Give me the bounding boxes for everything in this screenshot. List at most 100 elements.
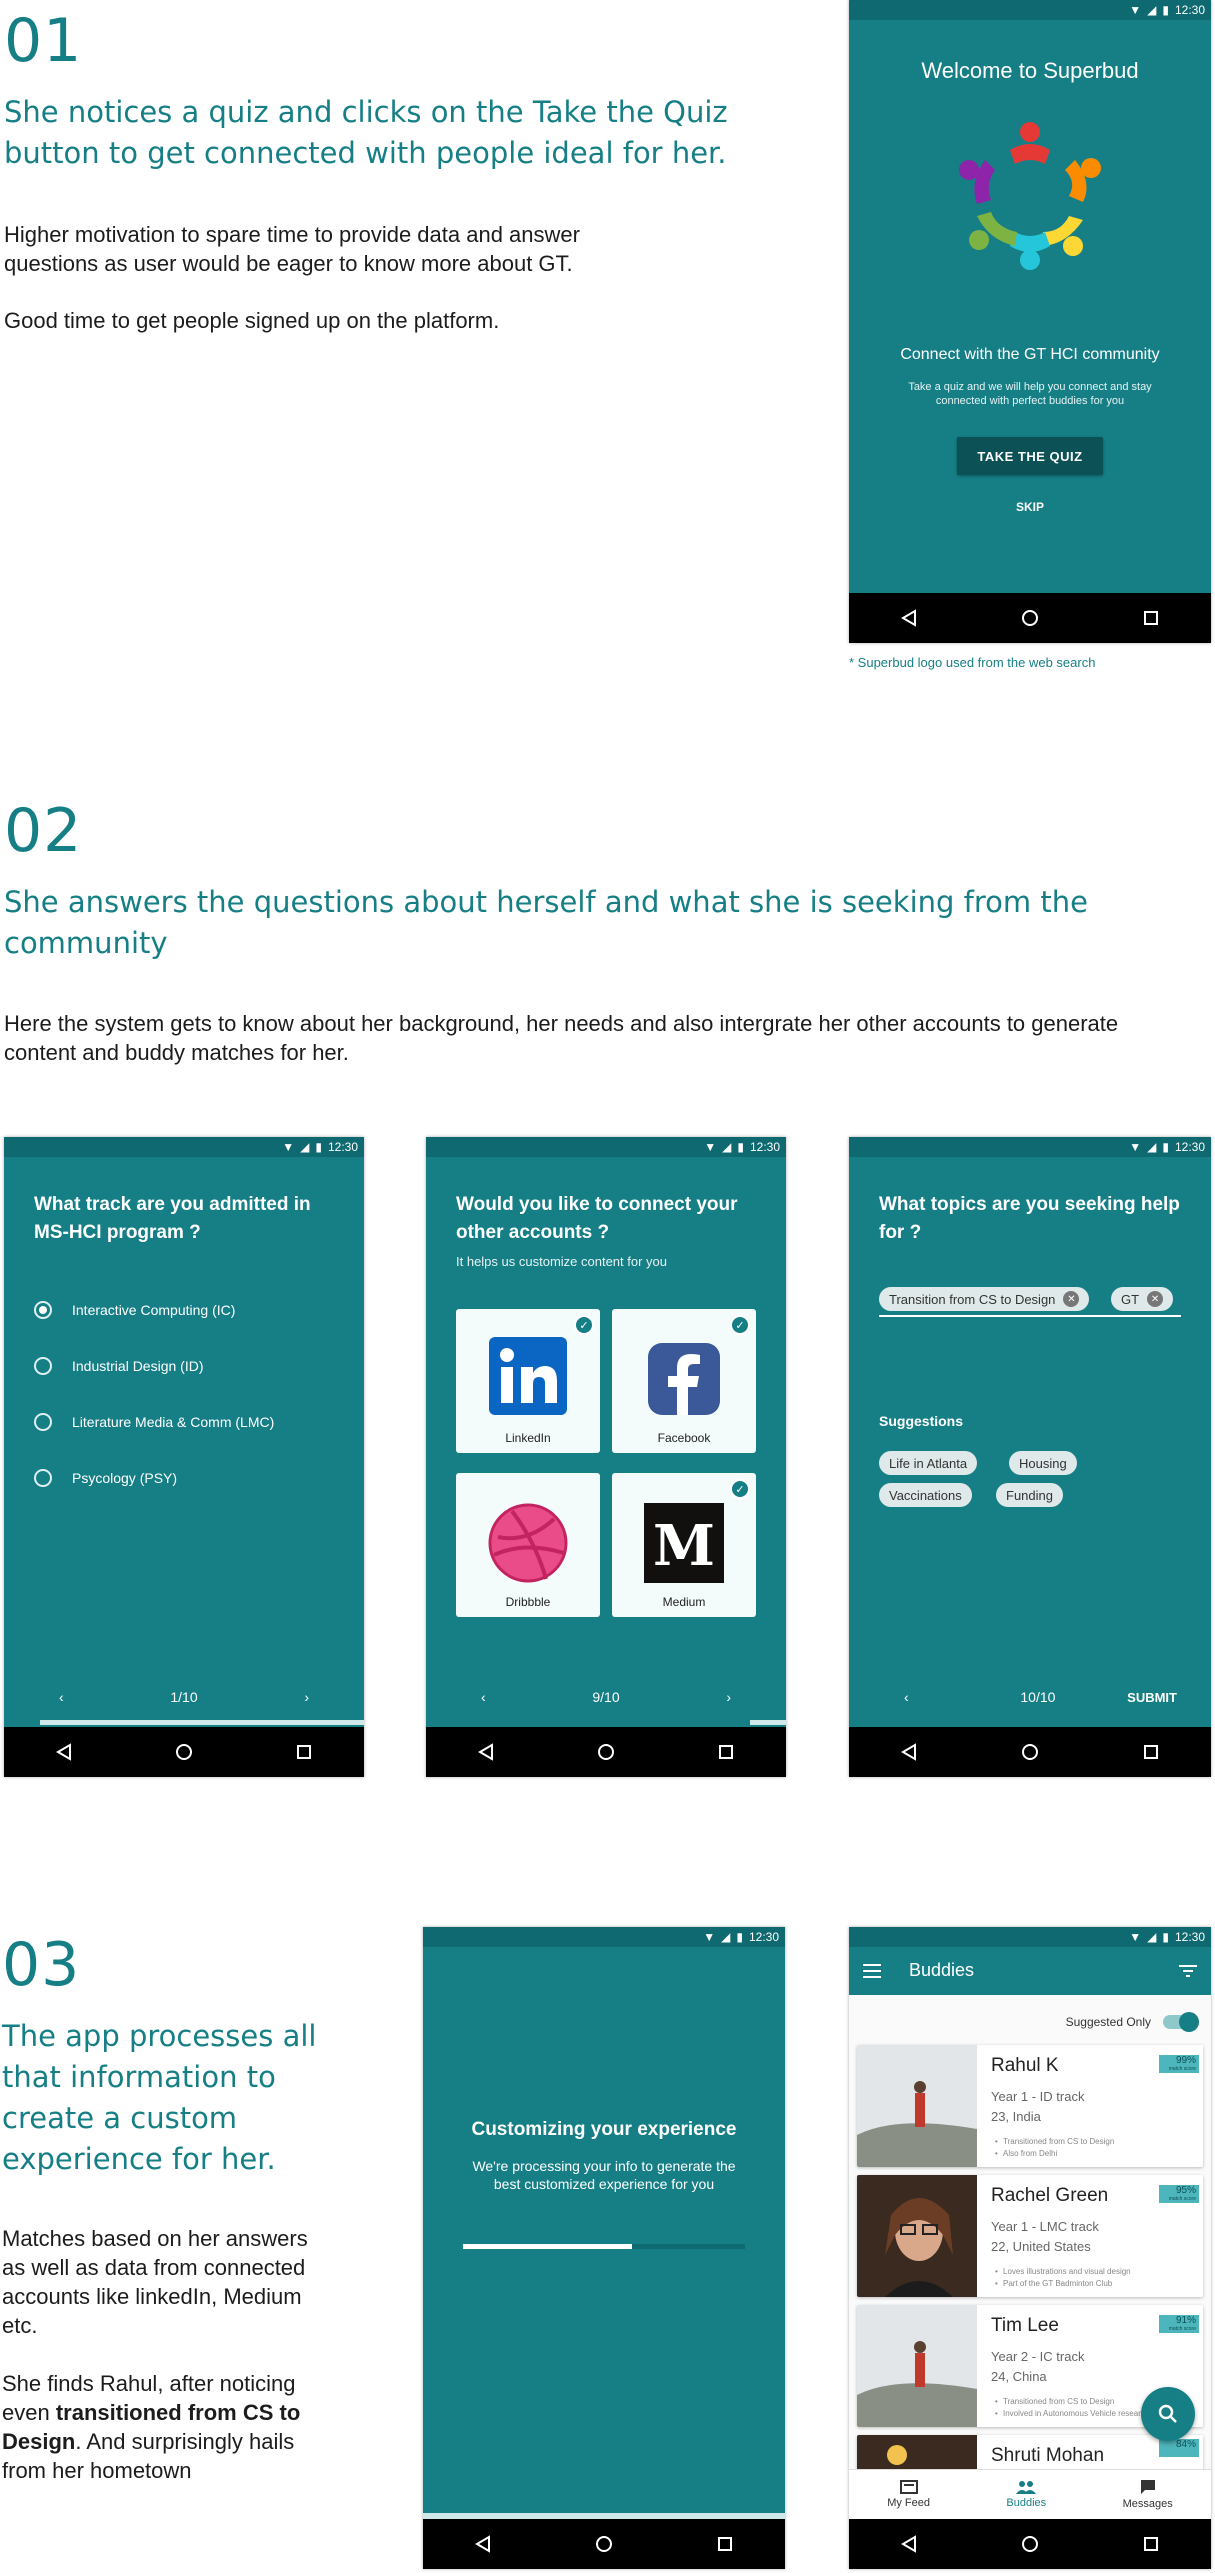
skip-button[interactable]: SKIP [849,500,1211,514]
track-option-label: Interactive Computing (IC) [72,1302,236,1318]
radio-icon [34,1357,52,1375]
status-bar: ▼ ◢ ▮ 12:30 [849,1137,1211,1157]
chip-label: Life in Atlanta [889,1455,968,1471]
chip-label: Vaccinations [889,1487,962,1503]
account-label: Facebook [657,1431,711,1445]
connect-text: Take a quiz and we will help you connect… [908,381,1152,407]
back-icon[interactable] [901,609,917,627]
home-icon[interactable] [1021,1743,1039,1761]
take-the-quiz-button[interactable]: TAKE THE QUIZ [957,437,1103,475]
nav-buddies[interactable]: Buddies [1006,2480,1046,2509]
buddy-highlight: Loves illustrations and visual design [995,2267,1131,2276]
wifi-icon: ▼ [282,1140,295,1154]
suggestion-chip[interactable]: Housing [1009,1451,1077,1475]
suggestion-chip[interactable]: Funding [996,1483,1063,1507]
pager: ‹ 1/10 › [4,1682,364,1712]
signal-icon: ◢ [1147,1140,1157,1154]
home-icon[interactable] [175,1743,193,1761]
status-bar: ▼ ◢ ▮ 12:30 [423,1927,785,1947]
back-icon[interactable] [901,1743,917,1761]
track-option[interactable]: Industrial Design (ID) [34,1357,204,1375]
facebook-account-tile[interactable]: Facebook ✓ [612,1309,756,1453]
section-2-heading: She answers the questions about herself … [4,885,1088,960]
selected-topic-chip[interactable]: Transition from CS to Design ✕ [879,1287,1090,1311]
account-label: Dribbble [505,1595,551,1609]
buddy-card[interactable]: Rachel Green Year 1 - LMC track 22, Unit… [857,2175,1203,2297]
track-option-label: Psycology (PSY) [72,1470,178,1486]
welcome-screen: ▼ ◢ ▮ 12:30 Welcome to Superbud Connect … [849,0,1211,643]
section-2-number: 02 [4,796,83,866]
chip-remove-icon[interactable]: ✕ [1147,1291,1164,1307]
topics-input-underline[interactable] [879,1315,1181,1317]
home-icon[interactable] [597,1743,615,1761]
chip-label: GT [1121,1291,1140,1307]
status-bar: ▼ ◢ ▮ 12:30 [426,1137,786,1157]
quiz-progress-bar [426,1720,786,1725]
home-icon[interactable] [1021,2535,1039,2553]
prev-chevron-icon[interactable]: ‹ [904,1689,909,1705]
recents-icon[interactable] [296,1744,312,1760]
nav-label: Buddies [1006,2497,1047,2509]
pager: ‹ 10/10 SUBMIT [849,1682,1211,1712]
buddy-origin: 22, United States [991,2239,1091,2254]
battery-icon: ▮ [736,1930,743,1944]
filter-icon[interactable] [1179,1965,1197,1977]
radio-icon [34,1469,52,1487]
menu-icon[interactable] [863,1964,881,1978]
selected-topic-chip[interactable]: GT ✕ [1111,1287,1174,1311]
buddy-card[interactable]: Rahul K Year 1 - ID track 23, India Tran… [857,2045,1203,2167]
buddy-name: Shruti Mohan [991,2445,1105,2466]
topics-question: What topics are you seeking help for ? [879,1194,1180,1243]
nav-my-feed[interactable]: My Feed [887,2480,930,2509]
next-chevron-icon[interactable]: › [726,1689,731,1705]
chip-remove-icon[interactable]: ✕ [1063,1291,1080,1307]
back-icon[interactable] [475,2535,491,2553]
recents-icon[interactable] [1143,610,1159,626]
track-option[interactable]: Psycology (PSY) [34,1469,177,1487]
section-1-paragraph-2: Good time to get people signed up on the… [4,308,500,333]
track-option[interactable]: Literature Media & Comm (LMC) [34,1413,274,1431]
next-chevron-icon[interactable]: › [304,1689,309,1705]
recents-icon[interactable] [717,2536,733,2552]
signal-icon: ◢ [300,1140,310,1154]
home-icon[interactable] [1021,609,1039,627]
suggestion-chip[interactable]: Life in Atlanta [879,1451,978,1475]
home-icon[interactable] [595,2535,613,2553]
match-score: 99% [1175,2055,1196,2066]
section-3-heading: The app processes all that information t… [2,2019,317,2176]
prev-chevron-icon[interactable]: ‹ [59,1689,64,1705]
toggle-switch[interactable] [1163,2012,1199,2032]
app-bar: Buddies [849,1947,1211,1995]
buddy-photo [857,2175,977,2297]
back-icon[interactable] [55,1743,72,1761]
prev-chevron-icon[interactable]: ‹ [481,1689,486,1705]
nav-messages[interactable]: Messages [1123,2479,1173,2510]
recents-icon[interactable] [1143,1744,1159,1760]
welcome-title: Welcome to Superbud [921,58,1139,83]
processing-text: We're processing your info to generate t… [472,2158,736,2192]
recents-icon[interactable] [1143,2536,1159,2552]
status-time: 12:30 [1174,1930,1205,1944]
back-icon[interactable] [477,1743,494,1761]
medium-account-tile[interactable]: M Medium ✓ [612,1473,756,1617]
quiz-progress-fill [849,1720,1211,1725]
status-time: 12:30 [749,1140,780,1154]
search-fab[interactable] [1141,2387,1195,2441]
wifi-icon: ▼ [1129,3,1142,17]
wifi-icon: ▼ [1129,1930,1142,1944]
facebook-icon [648,1343,720,1415]
submit-button[interactable]: SUBMIT [1127,1690,1177,1705]
suggested-only-toggle[interactable]: Suggested Only [1066,2012,1199,2032]
match-score: 95% [1175,2185,1196,2196]
superbud-logo [959,122,1101,270]
dribbble-account-tile[interactable]: Dribbble [456,1473,600,1617]
quiz-progress-bar [4,1720,364,1725]
track-option[interactable]: Interactive Computing (IC) [34,1301,235,1319]
check-icon: ✓ [574,1315,594,1335]
linkedin-account-tile[interactable]: LinkedIn ✓ [456,1309,600,1453]
back-icon[interactable] [901,2535,917,2553]
recents-icon[interactable] [718,1744,734,1760]
suggestion-chip[interactable]: Vaccinations [879,1483,972,1507]
pager: ‹ 9/10 › [426,1682,786,1712]
match-score-badge: 91% match score [1159,2315,1199,2333]
